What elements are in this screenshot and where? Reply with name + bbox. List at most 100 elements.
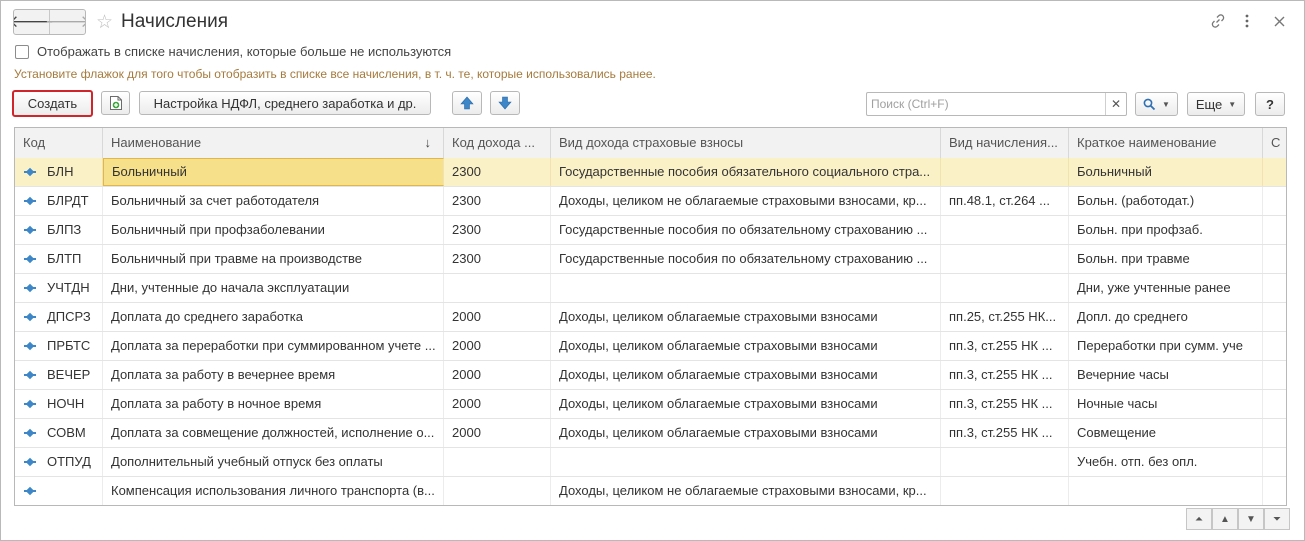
more-vertical-icon[interactable] xyxy=(1237,11,1257,31)
column-header-income-code[interactable]: Код дохода ... xyxy=(444,128,551,158)
window-frame: 🡐 🡒 ☆ Начисления Отображать в списке нач… xyxy=(0,0,1305,541)
cell-insurance-type: Государственные пособия по обязательному… xyxy=(551,216,941,244)
cell-insurance-type xyxy=(551,274,941,302)
accrual-icon xyxy=(25,486,35,496)
cell-name: Больничный за счет работодателя xyxy=(103,187,444,215)
cell-short-name xyxy=(1069,477,1263,505)
cell-income-code xyxy=(444,448,551,476)
table-row[interactable]: СОВМ Доплата за совмещение должностей, и… xyxy=(15,419,1286,448)
scroll-to-top-button[interactable]: ⏶ xyxy=(1186,508,1212,530)
cell-name: Доплата за работу в ночное время xyxy=(103,390,444,418)
accrual-icon xyxy=(25,225,35,235)
cell-income-code xyxy=(444,477,551,505)
column-header-accrual-type[interactable]: Вид начисления... xyxy=(941,128,1069,158)
star-icon[interactable]: ☆ xyxy=(96,11,113,34)
more-button[interactable]: Еще ▼ xyxy=(1187,92,1245,116)
show-unused-row: Отображать в списке начисления, которые … xyxy=(15,44,451,59)
sort-descending-icon: ↓ xyxy=(424,135,432,150)
column-header-name-label: Наименование xyxy=(111,135,202,150)
table-row[interactable]: Компенсация использования личного трансп… xyxy=(15,477,1286,505)
cell-code: БЛН xyxy=(39,158,103,186)
cell-name: Больничный при профзаболевании xyxy=(103,216,444,244)
ndfl-settings-button[interactable]: Настройка НДФЛ, среднего заработка и др. xyxy=(139,91,431,115)
accrual-icon xyxy=(25,399,35,409)
cell-accrual-type xyxy=(941,216,1069,244)
cell-income-code: 2000 xyxy=(444,419,551,447)
accrual-icon xyxy=(25,457,35,467)
ndfl-settings-label: Настройка НДФЛ, среднего заработка и др. xyxy=(153,95,417,111)
table-row[interactable]: БЛРДТ Больничный за счет работодателя 23… xyxy=(15,187,1286,216)
accrual-icon xyxy=(25,428,35,438)
show-unused-label[interactable]: Отображать в списке начисления, которые … xyxy=(37,44,451,59)
column-header-extra[interactable]: С xyxy=(1263,128,1286,158)
chevron-up-icon: ▲ xyxy=(1220,513,1230,525)
link-icon[interactable] xyxy=(1208,11,1228,31)
cell-code: СОВМ xyxy=(39,419,103,447)
accrual-icon xyxy=(25,341,35,351)
cell-name: Доплата до среднего заработка xyxy=(103,303,444,331)
scroll-down-button[interactable]: ▼ xyxy=(1238,508,1264,530)
table-row[interactable]: БЛТП Больничный при травме на производст… xyxy=(15,245,1286,274)
cell-income-code: 2000 xyxy=(444,303,551,331)
cell-name: Дни, учтенные до начала эксплуатации xyxy=(103,274,444,302)
arrow-up-icon xyxy=(460,96,474,110)
column-header-name[interactable]: Наименование ↓ xyxy=(103,128,444,158)
cell-code: ДПСРЗ xyxy=(39,303,103,331)
cell-short-name: Допл. до среднего xyxy=(1069,303,1263,331)
cell-code: БЛПЗ xyxy=(39,216,103,244)
close-icon[interactable] xyxy=(1269,11,1289,31)
table-row[interactable]: БЛПЗ Больничный при профзаболевании 2300… xyxy=(15,216,1286,245)
table-row[interactable]: УЧТДН Дни, учтенные до начала эксплуатац… xyxy=(15,274,1286,303)
navigation-group: 🡐 🡒 xyxy=(13,9,86,35)
column-header-code[interactable]: Код xyxy=(15,128,103,158)
cell-accrual-type: пп.48.1, ст.264 ... xyxy=(941,187,1069,215)
cell-short-name: Больн. (работодат.) xyxy=(1069,187,1263,215)
cell-income-code: 2000 xyxy=(444,390,551,418)
move-down-button[interactable] xyxy=(490,91,520,115)
search-input[interactable] xyxy=(867,93,1105,115)
column-header-short-name[interactable]: Краткое наименование xyxy=(1069,128,1263,158)
cell-short-name: Больн. при профзаб. xyxy=(1069,216,1263,244)
cell-income-code: 2000 xyxy=(444,361,551,389)
cell-income-code: 2000 xyxy=(444,332,551,360)
search-icon xyxy=(1143,98,1156,110)
cell-short-name: Учебн. отп. без опл. xyxy=(1069,448,1263,476)
table-row[interactable]: НОЧН Доплата за работу в ночное время 20… xyxy=(15,390,1286,419)
cell-short-name: Совмещение xyxy=(1069,419,1263,447)
cell-income-code: 2300 xyxy=(444,245,551,273)
table-row[interactable]: ДПСРЗ Доплата до среднего заработка 2000… xyxy=(15,303,1286,332)
table-row[interactable]: ПРБТС Доплата за переработки при суммиро… xyxy=(15,332,1286,361)
cell-insurance-type: Государственные пособия по обязательному… xyxy=(551,245,941,273)
cell-accrual-type: пп.25, ст.255 НК... xyxy=(941,303,1069,331)
filter-hint: Установите флажок для того чтобы отобраз… xyxy=(14,67,656,81)
chevron-down-icon: ▼ xyxy=(1228,99,1237,109)
cell-name[interactable]: Больничный xyxy=(103,158,444,186)
cell-short-name: Переработки при сумм. уче xyxy=(1069,332,1263,360)
column-header-insurance-type[interactable]: Вид дохода страховые взносы xyxy=(551,128,941,158)
create-button[interactable]: Создать xyxy=(12,90,93,117)
help-button[interactable]: ? xyxy=(1255,92,1285,116)
cell-short-name: Ночные часы xyxy=(1069,390,1263,418)
show-unused-checkbox[interactable] xyxy=(15,44,29,59)
cell-insurance-type: Доходы, целиком облагаемые страховыми вз… xyxy=(551,361,941,389)
cell-code: ПРБТС xyxy=(39,332,103,360)
cell-accrual-type xyxy=(941,158,1069,186)
table-row[interactable]: ВЕЧЕР Доплата за работу в вечернее время… xyxy=(15,361,1286,390)
accrual-icon xyxy=(25,196,35,206)
table-row[interactable]: ОТПУД Дополнительный учебный отпуск без … xyxy=(15,448,1286,477)
scroll-to-bottom-button[interactable]: ⏷ xyxy=(1264,508,1290,530)
cell-code: УЧТДН xyxy=(39,274,103,302)
forward-button[interactable]: 🡒 xyxy=(45,10,85,34)
scroll-up-button[interactable]: ▲ xyxy=(1212,508,1238,530)
accrual-icon xyxy=(25,167,35,177)
chevron-down-icon: ▼ xyxy=(1246,513,1256,525)
arrow-right-icon: 🡒 xyxy=(44,12,86,31)
table-row[interactable]: БЛН Больничный 2300 Государственные посо… xyxy=(15,158,1286,187)
search-options-button[interactable]: ▼ xyxy=(1135,92,1178,116)
accrual-icon xyxy=(25,312,35,322)
clear-search-button[interactable]: ✕ xyxy=(1105,93,1126,115)
cell-accrual-type: пп.3, ст.255 НК ... xyxy=(941,361,1069,389)
move-up-button[interactable] xyxy=(452,91,482,115)
create-copy-button[interactable] xyxy=(101,91,130,115)
cell-name: Дополнительный учебный отпуск без оплаты xyxy=(103,448,444,476)
